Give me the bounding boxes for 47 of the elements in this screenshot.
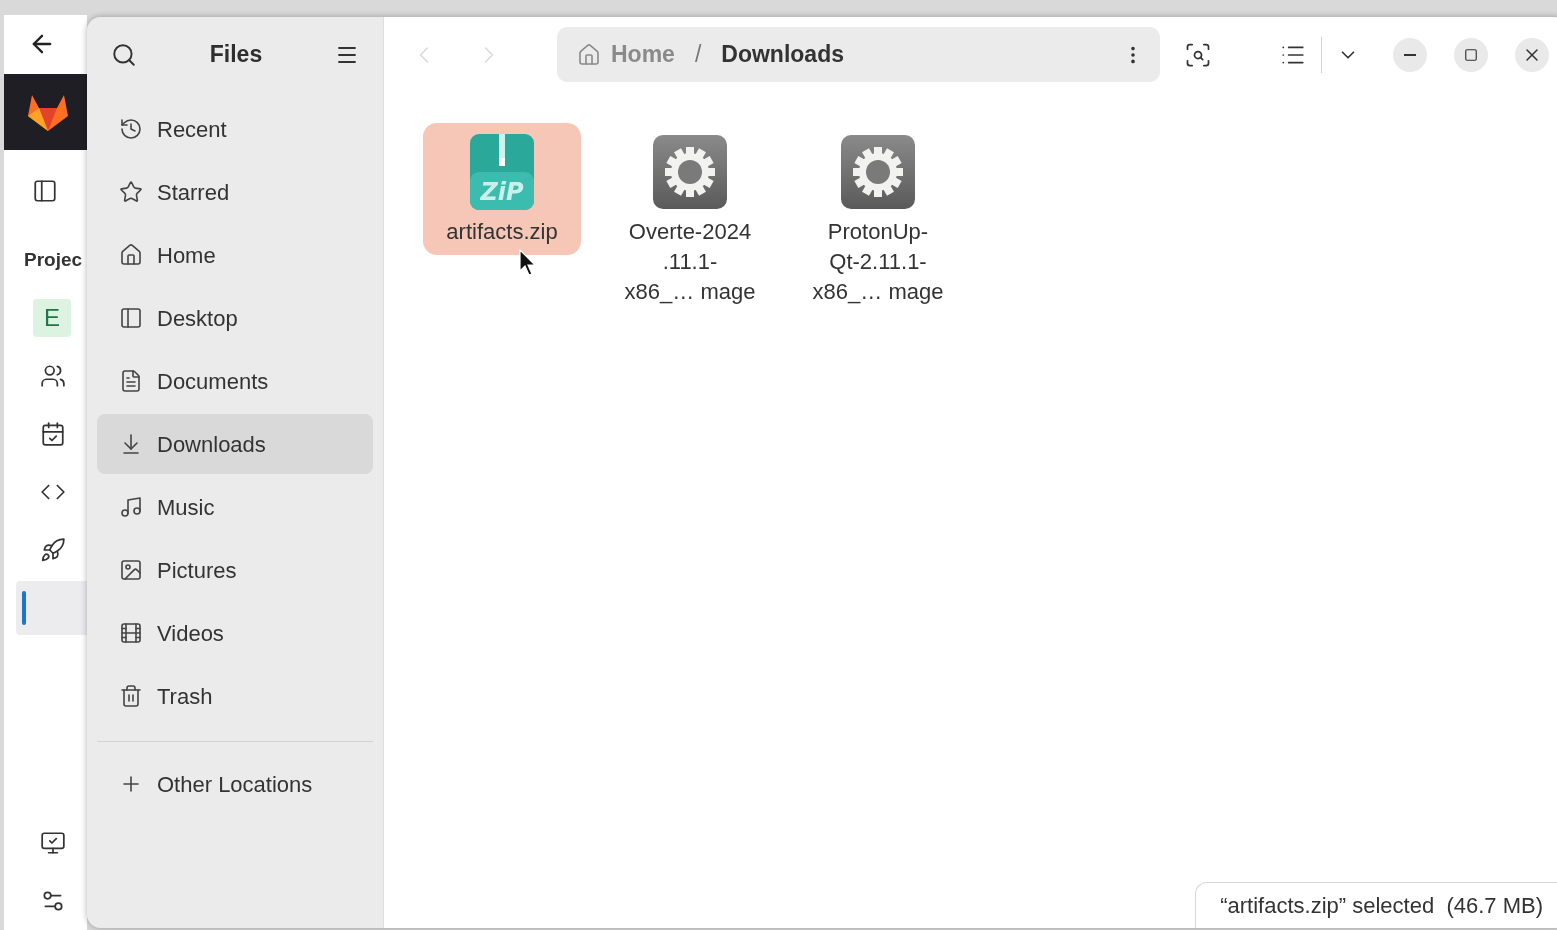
path-separator: / (694, 40, 702, 70)
app-title: Files (209, 40, 263, 70)
sidebar-item[interactable]: Trash (97, 666, 373, 726)
mouse-pointer-icon (519, 249, 537, 277)
gear-file-icon (840, 134, 916, 210)
sidebar-item[interactable]: Home (97, 225, 373, 285)
people-icon (40, 362, 66, 389)
sidebar-item[interactable]: Recent (97, 99, 373, 159)
status-bar: “artifacts.zip” selected (46.7 MB) (1195, 882, 1557, 928)
maximize-icon (1464, 47, 1478, 62)
picture-icon (119, 558, 143, 582)
sidebar-item[interactable]: Videos (97, 603, 373, 663)
sidebar-item[interactable]: Starred (97, 162, 373, 222)
file-item[interactable]: Overte-2024 .11.1- x86_… mage (611, 123, 769, 315)
rocket-icon (40, 536, 66, 563)
path-segment[interactable]: Downloads (721, 37, 844, 72)
close-button[interactable] (1515, 37, 1549, 72)
search-icon[interactable] (111, 41, 137, 68)
calendar-icon (40, 420, 66, 447)
document-icon (119, 369, 143, 393)
file-name: ProtonUp- Qt-2.11.1- x86_… mage (812, 218, 944, 306)
monitor-icon (40, 829, 66, 856)
sidebar-item[interactable]: Documents (97, 351, 373, 411)
sidebar-item[interactable]: Pictures (97, 540, 373, 600)
maximize-button[interactable] (1454, 37, 1488, 72)
file-name: artifacts.zip (446, 218, 558, 246)
panel-icon (119, 306, 143, 330)
gear-file-icon (652, 134, 728, 210)
sidebar-item[interactable]: Downloads (97, 414, 373, 474)
home-icon (119, 243, 143, 267)
nav-item[interactable]: E (16, 290, 87, 345)
project-badge: E (33, 298, 71, 337)
section-title: Projec (24, 248, 83, 273)
file-item[interactable]: ProtonUp- Qt-2.11.1- x86_… mage (799, 123, 957, 315)
sidebar-toggle-icon[interactable] (32, 177, 58, 204)
sidebar-item[interactable]: Desktop (97, 288, 373, 348)
film-icon (119, 621, 143, 645)
clock-icon (119, 117, 143, 141)
zip-file-icon: ZiP (470, 134, 534, 210)
sidebar-item[interactable]: Music (97, 477, 373, 537)
file-name: Overte-2024 .11.1- x86_… mage (624, 218, 756, 306)
music-note-icon (119, 495, 143, 519)
minimize-icon (1404, 53, 1416, 56)
home-icon (577, 42, 601, 67)
star-icon (119, 180, 143, 204)
trash-icon (119, 684, 143, 708)
sidebar-item[interactable]: Other Locations (97, 754, 373, 814)
